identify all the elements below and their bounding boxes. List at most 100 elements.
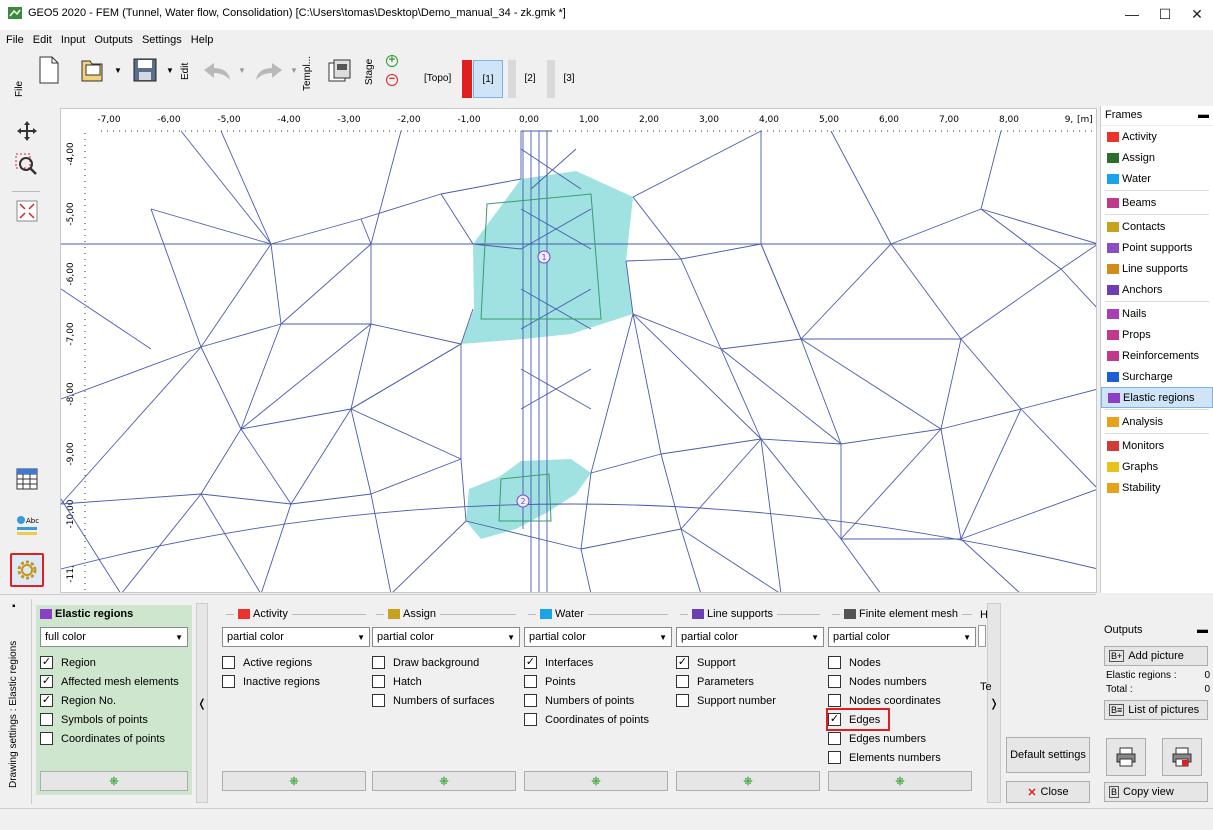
checkbox-row[interactable]: Nodes numbers [828, 672, 976, 691]
checkbox[interactable]: ✓ [40, 694, 53, 707]
maximize-button[interactable]: ☐ [1158, 6, 1172, 22]
menu-edit[interactable]: Edit [33, 34, 52, 46]
checkbox-row[interactable]: ✓ Support [676, 653, 824, 672]
redo-dropdown-icon[interactable]: ▼ [290, 66, 298, 75]
add-picture-button[interactable]: B+ Add picture [1104, 646, 1208, 666]
frames-collapse-icon[interactable]: ▬ [1198, 109, 1209, 122]
scroll-right-icon[interactable]: ❭ [987, 603, 1001, 803]
checkbox[interactable] [828, 656, 841, 669]
checkbox-row[interactable]: Hatch [372, 672, 520, 691]
list-of-pictures-button[interactable]: B≡ List of pictures [1104, 700, 1208, 720]
checkbox-row[interactable]: Numbers of surfaces [372, 691, 520, 710]
new-file-icon[interactable] [37, 55, 61, 85]
checkbox[interactable] [828, 694, 841, 707]
color-mode-select[interactable]: partial color ▼ [222, 627, 370, 647]
save-icon[interactable] [132, 57, 158, 83]
checkbox[interactable] [676, 675, 689, 688]
legend-icon[interactable]: Abc [10, 508, 44, 542]
outputs-collapse-icon[interactable]: ▬ [1197, 624, 1208, 642]
checkbox[interactable]: ✓ [676, 656, 689, 669]
templates-label[interactable]: Templ... [302, 54, 313, 92]
scroll-left-icon[interactable]: ❬ [196, 603, 208, 803]
frame-item-surcharge[interactable]: Surcharge [1101, 366, 1213, 387]
frame-item-point-supports[interactable]: Point supports [1101, 237, 1213, 258]
stage-tab-2[interactable]: [2] [518, 64, 542, 92]
close-window-button[interactable]: ✕ [1190, 6, 1204, 22]
frame-item-nails[interactable]: Nails [1101, 303, 1213, 324]
menu-help[interactable]: Help [191, 34, 214, 46]
checkbox-row[interactable]: Numbers of points [524, 691, 672, 710]
color-mode-select[interactable]: partial color ▼ [372, 627, 520, 647]
frame-item-monitors[interactable]: Monitors [1101, 435, 1213, 456]
menu-settings[interactable]: Settings [142, 34, 182, 46]
pan-icon[interactable] [10, 114, 44, 148]
color-mode-select[interactable]: full color ▼ [40, 627, 188, 647]
add-stage-icon[interactable]: + [386, 55, 398, 67]
open-file-icon[interactable] [78, 55, 108, 85]
save-dropdown-icon[interactable]: ▼ [166, 66, 174, 75]
checkbox[interactable] [828, 732, 841, 745]
checkbox[interactable] [40, 732, 53, 745]
frame-item-graphs[interactable]: Graphs [1101, 456, 1213, 477]
copy-view-button[interactable]: B Copy view [1104, 782, 1208, 802]
frame-item-beams[interactable]: Beams [1101, 192, 1213, 213]
checkbox[interactable] [524, 694, 537, 707]
apply-to-all-button[interactable]: ⁜ [828, 771, 972, 791]
checkbox[interactable] [40, 713, 53, 726]
menu-outputs[interactable]: Outputs [94, 34, 133, 46]
fem-mesh[interactable]: -7,00 -6,00 -5,00 -4,00 -3,00 -2,00 -1,00 0,00 1… [61, 109, 1097, 593]
checkbox[interactable] [222, 656, 235, 669]
stage-tab-topo[interactable]: [Topo] [424, 64, 458, 92]
menu-input[interactable]: Input [61, 34, 85, 46]
checkbox-row[interactable]: ✓ Region No. [40, 691, 188, 710]
undo-dropdown-icon[interactable]: ▼ [238, 66, 246, 75]
checkbox[interactable] [828, 751, 841, 764]
print-button[interactable] [1106, 738, 1146, 776]
checkbox-row[interactable]: ✓ Interfaces [524, 653, 672, 672]
frame-item-activity[interactable]: Activity [1101, 126, 1213, 147]
checkbox-row[interactable]: Parameters [676, 672, 824, 691]
color-mode-select[interactable]: partial color ▼ [828, 627, 976, 647]
stage-tab-3[interactable]: [3] [557, 64, 581, 92]
apply-to-all-button[interactable]: ⁜ [372, 771, 516, 791]
drawing-settings-gear-icon[interactable] [10, 553, 44, 587]
checkbox-row[interactable]: Nodes coordinates [828, 691, 976, 710]
frame-item-analysis[interactable]: Analysis [1101, 411, 1213, 432]
checkbox-row[interactable]: Support number [676, 691, 824, 710]
table-icon[interactable] [10, 462, 44, 496]
panel-pin-icon[interactable]: ▪ [12, 601, 16, 612]
checkbox[interactable]: ✓ [40, 656, 53, 669]
redo-icon[interactable] [252, 60, 286, 84]
checkbox-row[interactable]: Elements numbers [828, 748, 976, 767]
apply-to-all-button[interactable]: ⁜ [676, 771, 820, 791]
frame-item-reinforcements[interactable]: Reinforcements [1101, 345, 1213, 366]
color-mode-select[interactable]: partial color ▼ [524, 627, 672, 647]
undo-icon[interactable] [200, 60, 234, 84]
frame-item-stability[interactable]: Stability [1101, 477, 1213, 498]
checkbox[interactable]: ✓ [40, 675, 53, 688]
checkbox-row[interactable]: Points [524, 672, 672, 691]
frame-item-elastic-regions[interactable]: Elastic regions [1101, 387, 1213, 408]
checkbox[interactable] [372, 675, 385, 688]
checkbox-row[interactable]: Active regions [222, 653, 370, 672]
checkbox[interactable] [222, 675, 235, 688]
drawing-canvas[interactable]: -7,00 -6,00 -5,00 -4,00 -3,00 -2,00 -1,00 0,00 1… [60, 108, 1097, 593]
print-pdf-button[interactable] [1162, 738, 1202, 776]
menu-file[interactable]: File [6, 34, 24, 46]
checkbox-row[interactable]: Edges numbers [828, 729, 976, 748]
checkbox-row[interactable]: Nodes [828, 653, 976, 672]
close-button[interactable]: ✕ Close [1006, 781, 1090, 803]
checkbox[interactable] [524, 675, 537, 688]
templates-icon[interactable] [326, 57, 354, 85]
frame-item-water[interactable]: Water [1101, 168, 1213, 189]
checkbox-row[interactable]: Draw background [372, 653, 520, 672]
frame-item-contacts[interactable]: Contacts [1101, 216, 1213, 237]
checkbox-row[interactable]: Inactive regions [222, 672, 370, 691]
frame-item-line-supports[interactable]: Line supports [1101, 258, 1213, 279]
checkbox[interactable] [828, 675, 841, 688]
checkbox-row[interactable]: ✓ Affected mesh elements [40, 672, 188, 691]
frame-item-assign[interactable]: Assign [1101, 147, 1213, 168]
checkbox[interactable]: ✓ [828, 713, 841, 726]
zoom-extents-icon[interactable] [10, 194, 44, 228]
checkbox-row[interactable]: ✓ Region [40, 653, 188, 672]
